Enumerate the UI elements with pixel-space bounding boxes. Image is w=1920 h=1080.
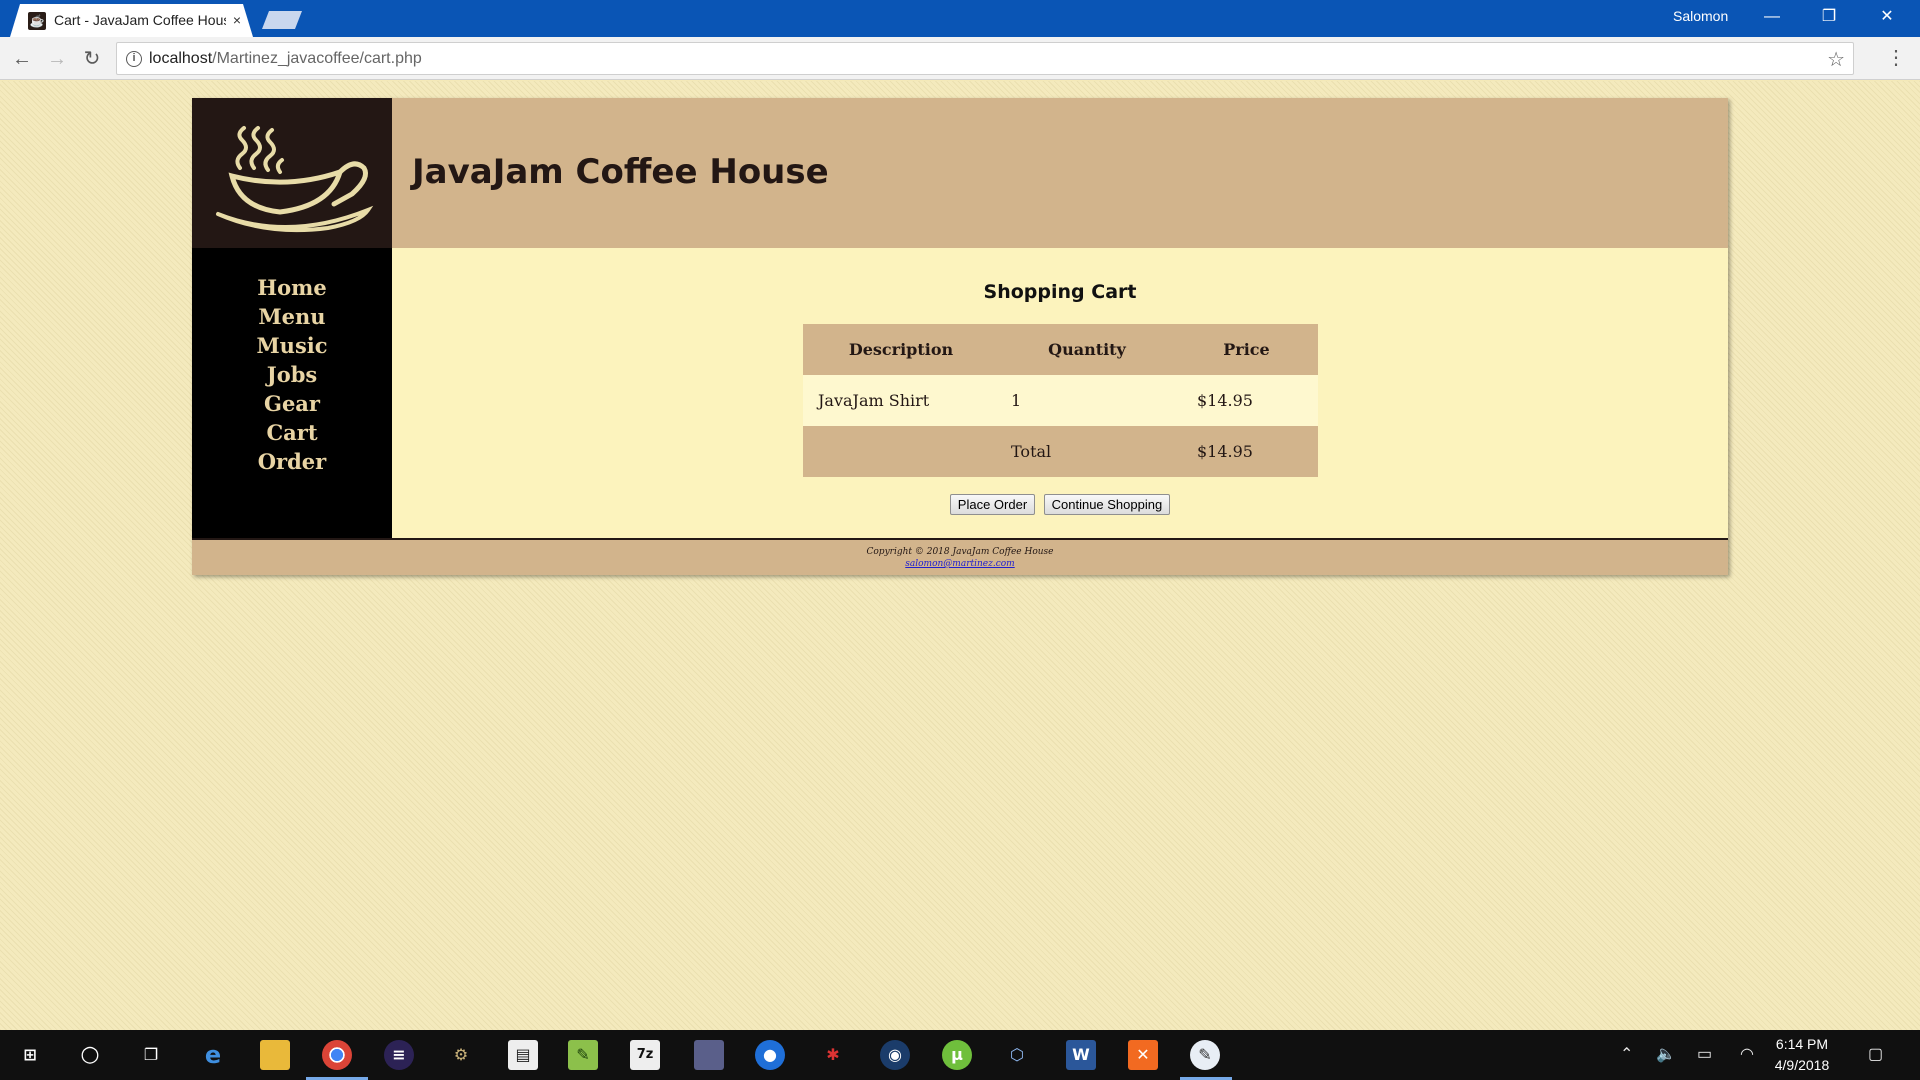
tab-close-icon[interactable]: × [228, 10, 246, 30]
nav-menu[interactable]: Menu [192, 302, 392, 331]
copyright-text: Copyright © 2018 JavaJam Coffee House [866, 547, 1054, 557]
cart-header-row: Description Quantity Price [803, 324, 1318, 375]
close-window-icon[interactable]: ✕ [1864, 2, 1910, 32]
bookmark-star-icon[interactable]: ☆ [1827, 47, 1845, 72]
file-explorer-icon[interactable] [260, 1040, 290, 1070]
nav-music[interactable]: Music [192, 331, 392, 360]
nav-cart[interactable]: Cart [192, 418, 392, 447]
site-nav: Home Menu Music Jobs Gear Cart Order [192, 248, 392, 538]
action-center-icon[interactable]: ▢ [1868, 1044, 1883, 1064]
site-footer: Copyright © 2018 JavaJam Coffee House sa… [192, 538, 1728, 575]
profile-name[interactable]: Salomon [1673, 8, 1728, 24]
item-quantity: 1 [999, 375, 1175, 426]
windows-taskbar: ⊞ ○ ❐ e ≡ ⚙ ▤ ✎ 7z ● ✱ ◉ µ ⬡ W ✕ ✎ ⌃ 🔈 ▭… [0, 1030, 1920, 1080]
place-order-button[interactable]: Place Order [949, 494, 1036, 515]
address-bar[interactable]: i localhost/Martinez_javacoffee/cart.php… [116, 42, 1854, 75]
xampp-icon[interactable]: ✕ [1128, 1040, 1158, 1070]
steam-icon[interactable]: ◉ [880, 1040, 910, 1070]
virtual-machine-icon[interactable] [694, 1040, 724, 1070]
site-wrapper: JavaJam Coffee House Home Menu Music Job… [192, 98, 1728, 575]
coffee-cup-favicon-icon: ☕ [28, 12, 46, 30]
spider-app-icon[interactable]: ✱ [818, 1040, 848, 1070]
edge-icon[interactable]: e [198, 1040, 228, 1070]
column-header-description: Description [803, 324, 999, 375]
task-view-icon[interactable]: ❐ [136, 1040, 166, 1070]
browser-toolbar: ← → ↻ i localhost/Martinez_javacoffee/ca… [0, 37, 1920, 80]
nav-order[interactable]: Order [192, 447, 392, 476]
chrome-icon[interactable] [322, 1040, 352, 1070]
new-tab-button[interactable] [262, 11, 302, 29]
table-row: JavaJam Shirt 1 $14.95 [803, 375, 1318, 426]
email-link[interactable]: salomon@martinez.com [192, 558, 1728, 570]
coffee-cup-logo-icon [216, 126, 374, 233]
virtualbox-icon[interactable]: ⬡ [1002, 1040, 1032, 1070]
7zip-icon[interactable]: 7z [630, 1040, 660, 1070]
site-logo [192, 98, 392, 248]
windows-start-icon[interactable]: ⊞ [15, 1040, 45, 1070]
total-spacer [803, 426, 999, 477]
cart-heading: Shopping Cart [983, 281, 1137, 303]
url-text[interactable]: localhost/Martinez_javacoffee/cart.php [149, 50, 422, 68]
clock-date: 4/9/2018 [1774, 1057, 1830, 1073]
item-price: $14.95 [1175, 375, 1318, 426]
cart-table: Description Quantity Price JavaJam Shirt… [803, 324, 1318, 477]
main-content: Shopping Cart Description Quantity Price… [392, 248, 1728, 538]
word-icon[interactable]: W [1066, 1040, 1096, 1070]
back-arrow-icon[interactable]: ← [8, 45, 36, 73]
site-header: JavaJam Coffee House [392, 98, 1728, 248]
reload-icon[interactable]: ↻ [78, 45, 106, 73]
maps-icon[interactable]: ● [755, 1040, 785, 1070]
movie-maker-icon[interactable]: ▤ [508, 1040, 538, 1070]
system-clock[interactable]: 6:14 PM 4/9/2018 [1762, 1034, 1842, 1076]
eclipse-icon[interactable]: ≡ [384, 1040, 414, 1070]
browser-tab[interactable]: ☕ Cart - JavaJam Coffee House × [10, 4, 253, 37]
page-viewport: JavaJam Coffee House Home Menu Music Job… [0, 81, 1920, 1030]
continue-shopping-button[interactable]: Continue Shopping [1043, 494, 1171, 515]
volume-icon[interactable]: 🔈 [1656, 1044, 1676, 1064]
nav-home[interactable]: Home [192, 273, 392, 302]
battery-icon[interactable]: ▭ [1697, 1044, 1712, 1064]
cortana-search-icon[interactable]: ○ [75, 1040, 105, 1070]
clock-time: 6:14 PM [1775, 1036, 1829, 1052]
total-row: Total $14.95 [803, 426, 1318, 477]
total-value: $14.95 [1175, 426, 1318, 477]
forward-arrow-icon[interactable]: → [43, 45, 71, 73]
utorrent-icon[interactable]: µ [942, 1040, 972, 1070]
site-title: JavaJam Coffee House [412, 152, 829, 192]
minimize-icon[interactable]: — [1749, 2, 1795, 32]
blender-icon[interactable]: ⚙ [446, 1040, 476, 1070]
tab-title: Cart - JavaJam Coffee House [54, 12, 226, 28]
column-header-price: Price [1175, 324, 1318, 375]
tray-chevron-up-icon[interactable]: ⌃ [1620, 1044, 1633, 1064]
wifi-icon[interactable]: ◠ [1740, 1044, 1754, 1064]
item-description: JavaJam Shirt [803, 375, 999, 426]
info-icon[interactable]: i [126, 51, 142, 67]
browser-title-bar: ☕ Cart - JavaJam Coffee House × Salomon … [0, 0, 1920, 37]
browser-menu-icon[interactable]: ⋮ [1886, 45, 1906, 70]
notepad-plus-icon[interactable]: ✎ [568, 1040, 598, 1070]
restore-icon[interactable]: ❐ [1806, 2, 1852, 32]
nav-gear[interactable]: Gear [192, 389, 392, 418]
paint-icon[interactable]: ✎ [1190, 1040, 1220, 1070]
column-header-quantity: Quantity [999, 324, 1175, 375]
total-label: Total [999, 426, 1175, 477]
cart-actions: Place Order Continue Shopping [392, 494, 1728, 515]
nav-jobs[interactable]: Jobs [192, 360, 392, 389]
